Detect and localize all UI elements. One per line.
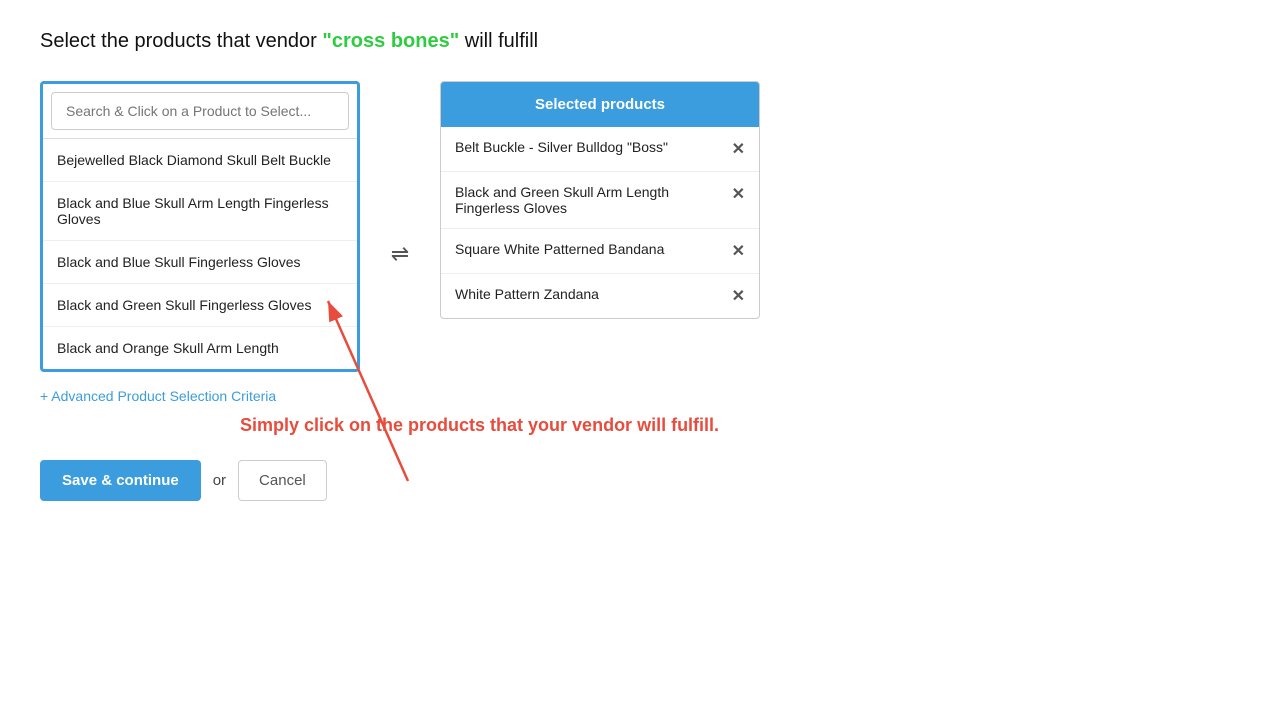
list-item: Belt Buckle - Silver Bulldog "Boss" ✕ — [441, 127, 759, 172]
list-item[interactable]: Black and Blue Skull Arm Length Fingerle… — [43, 182, 357, 241]
selected-item-label: Black and Green Skull Arm Length Fingerl… — [455, 184, 724, 216]
list-item[interactable]: Black and Green Skull Fingerless Gloves — [43, 284, 357, 327]
selected-products-panel: Selected products Belt Buckle - Silver B… — [440, 81, 760, 319]
list-item: Square White Patterned Bandana ✕ — [441, 229, 759, 274]
list-item: White Pattern Zandana ✕ — [441, 274, 759, 318]
transfer-arrows: ⇌ — [360, 81, 440, 267]
title-prefix: Select the products that vendor — [40, 30, 322, 52]
product-search-panel: Bejewelled Black Diamond Skull Belt Buck… — [40, 81, 360, 372]
selected-item-label: Square White Patterned Bandana — [455, 241, 724, 257]
vendor-name: "cross bones" — [322, 30, 459, 52]
title-suffix: will fulfill — [459, 30, 538, 52]
selected-products-header: Selected products — [441, 82, 759, 127]
cancel-label: Cancel — [259, 472, 306, 489]
product-list: Bejewelled Black Diamond Skull Belt Buck… — [43, 139, 357, 369]
hint-text: Simply click on the products that your v… — [240, 415, 1240, 436]
product-list-scroll[interactable]: Bejewelled Black Diamond Skull Belt Buck… — [43, 139, 357, 369]
search-input[interactable] — [51, 92, 349, 130]
page-title: Select the products that vendor "cross b… — [40, 30, 1240, 53]
selected-products-title: Selected products — [535, 96, 665, 113]
selected-item-label: White Pattern Zandana — [455, 286, 724, 302]
remove-item-button[interactable]: ✕ — [732, 184, 745, 204]
selected-item-label: Belt Buckle - Silver Bulldog "Boss" — [455, 139, 724, 155]
selected-list: Belt Buckle - Silver Bulldog "Boss" ✕ Blac… — [441, 127, 759, 318]
bottom-actions: Save & continue or Cancel — [40, 460, 1240, 501]
list-item[interactable]: Black and Blue Skull Fingerless Gloves — [43, 241, 357, 284]
remove-item-button[interactable]: ✕ — [732, 139, 745, 159]
remove-item-button[interactable]: ✕ — [732, 241, 745, 261]
advanced-link-label: + Advanced Product Selection Criteria — [40, 388, 276, 404]
advanced-criteria-link[interactable]: + Advanced Product Selection Criteria — [40, 388, 276, 404]
list-item: Black and Green Skull Arm Length Fingerl… — [441, 172, 759, 229]
list-item[interactable]: Bejewelled Black Diamond Skull Belt Buck… — [43, 139, 357, 182]
cancel-button[interactable]: Cancel — [238, 460, 327, 501]
list-item[interactable]: Black and Orange Skull Arm Length — [43, 327, 357, 369]
save-continue-button[interactable]: Save & continue — [40, 460, 201, 501]
or-label: or — [213, 472, 226, 489]
remove-item-button[interactable]: ✕ — [732, 286, 745, 306]
hint-label: Simply click on the products that your v… — [240, 415, 719, 435]
save-label: Save & continue — [62, 472, 179, 489]
